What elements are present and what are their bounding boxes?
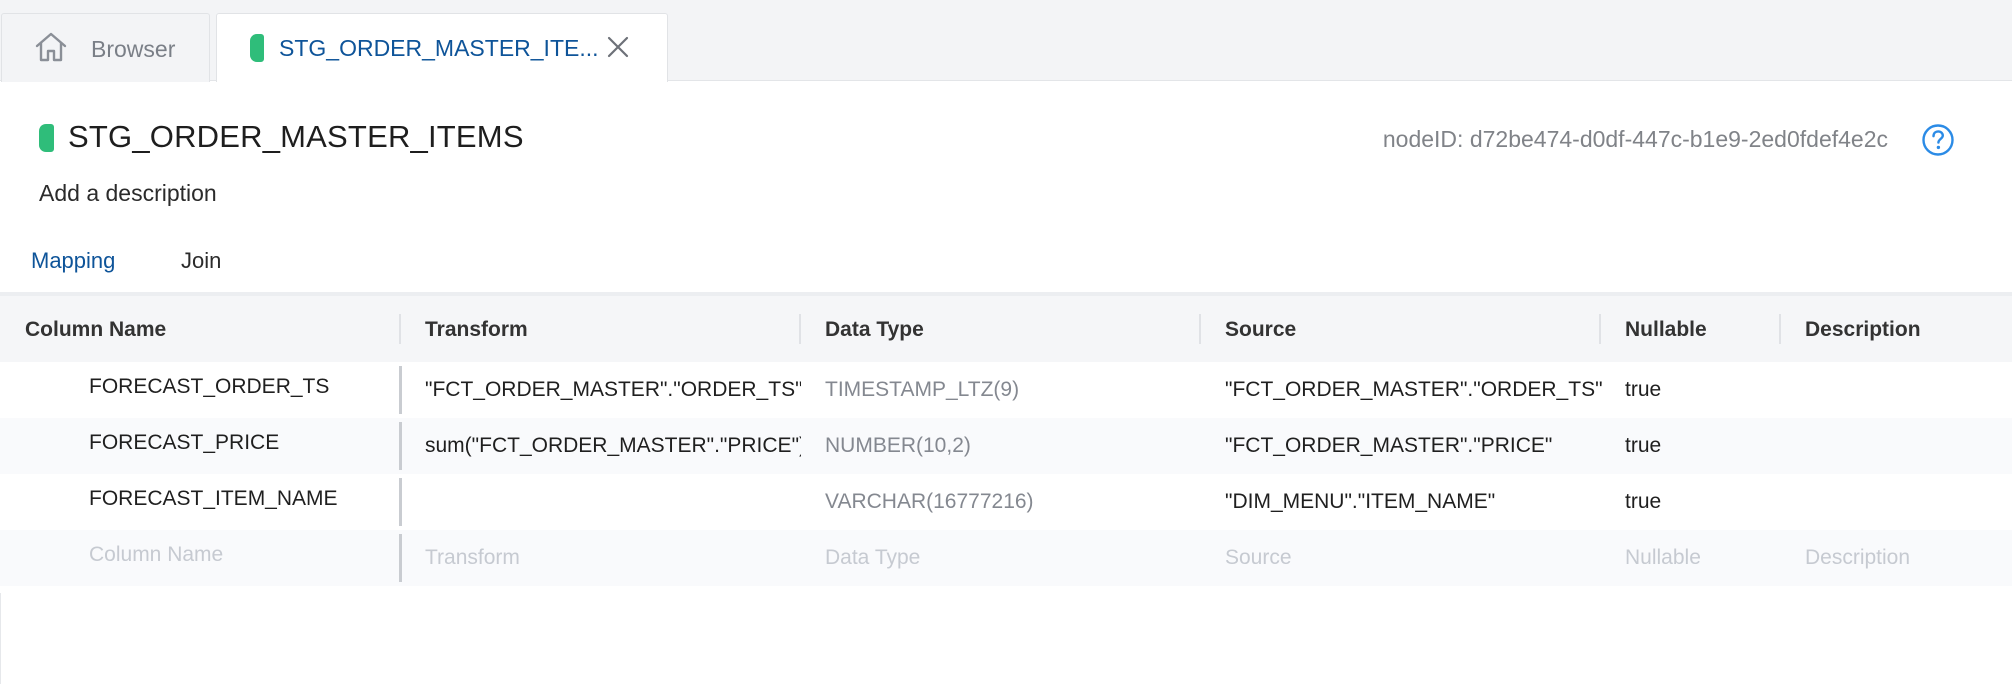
table-row[interactable]: FORECAST_PRICE sum("FCT_ORDER_MASTER"."P… [0,418,2012,474]
new-source-input[interactable]: Source [1225,546,1292,570]
tab-browser[interactable]: Browser [1,13,210,82]
new-description-input[interactable]: Description [1805,546,1910,570]
page-title: STG_ORDER_MASTER_ITEMS [68,119,524,154]
row-divider [399,422,402,470]
tab-bar: Browser STG_ORDER_MASTER_ITE... [0,0,2012,82]
cell-transform[interactable]: "FCT_ORDER_MASTER"."ORDER_TS"::d [425,378,801,402]
new-column-row[interactable]: Column Name Transform Data Type Source N… [0,530,2012,586]
cell-source[interactable]: "DIM_MENU"."ITEM_NAME" [1225,490,1495,514]
cell-source[interactable]: "FCT_ORDER_MASTER"."PRICE" [1225,434,1552,458]
new-transform-input[interactable]: Transform [425,546,801,570]
new-nullable-input[interactable]: Nullable [1625,546,1701,570]
table-row[interactable]: FORECAST_ITEM_NAME VARCHAR(16777216) "DI… [0,474,2012,530]
tab-join[interactable]: Join [181,242,221,296]
cell-transform[interactable]: sum("FCT_ORDER_MASTER"."PRICE") [425,434,801,458]
close-icon[interactable] [605,34,631,60]
cell-column-name[interactable]: FORECAST_PRICE [89,431,389,455]
node-id: nodeID: d72be474-d0df-447c-b1e9-2ed0fdef… [1382,126,1888,152]
tab-node-label: STG_ORDER_MASTER_ITE... [279,35,599,61]
node-type-icon [39,124,54,152]
cell-data-type[interactable]: TIMESTAMP_LTZ(9) [825,378,1019,402]
table-row[interactable]: FORECAST_ORDER_TS "FCT_ORDER_MASTER"."OR… [0,362,2012,418]
cell-column-name[interactable]: FORECAST_ORDER_TS [89,375,389,399]
cell-nullable[interactable]: true [1625,378,1661,402]
help-icon[interactable] [1921,123,1955,157]
row-divider [399,478,402,526]
empty-grid-area [0,593,2012,684]
header-source[interactable]: Source [1225,318,1296,342]
row-divider [399,366,402,414]
cell-source[interactable]: "FCT_ORDER_MASTER"."ORDER_TS" [1225,378,1603,402]
column-divider[interactable] [1599,314,1601,344]
description-field[interactable]: Add a description [39,180,217,207]
tab-mapping[interactable]: Mapping [31,242,117,296]
node-header: STG_ORDER_MASTER_ITEMS nodeID: d72be474-… [0,82,2012,296]
row-divider [399,534,402,582]
header-data-type[interactable]: Data Type [825,318,924,342]
cell-nullable[interactable]: true [1625,490,1661,514]
column-divider[interactable] [799,314,801,344]
new-column-name-input[interactable]: Column Name [89,543,389,567]
mapping-grid: Column Name Transform Data Type Source N… [0,292,2012,586]
grid-header: Column Name Transform Data Type Source N… [0,292,2012,362]
column-divider[interactable] [399,314,401,344]
tab-node[interactable]: STG_ORDER_MASTER_ITE... [216,13,668,82]
header-column-name[interactable]: Column Name [25,318,166,342]
cell-data-type[interactable]: NUMBER(10,2) [825,434,971,458]
cell-nullable[interactable]: true [1625,434,1661,458]
header-description[interactable]: Description [1805,318,1921,342]
home-icon [35,32,67,62]
header-nullable[interactable]: Nullable [1625,318,1707,342]
node-type-icon [250,34,264,62]
tab-browser-label: Browser [91,36,176,62]
grid-body: FORECAST_ORDER_TS "FCT_ORDER_MASTER"."OR… [0,362,2012,586]
header-transform[interactable]: Transform [425,318,528,342]
new-data-type-input[interactable]: Data Type [825,546,920,570]
column-divider[interactable] [1779,314,1781,344]
cell-column-name[interactable]: FORECAST_ITEM_NAME [89,487,389,511]
cell-data-type[interactable]: VARCHAR(16777216) [825,490,1034,514]
column-divider[interactable] [1199,314,1201,344]
